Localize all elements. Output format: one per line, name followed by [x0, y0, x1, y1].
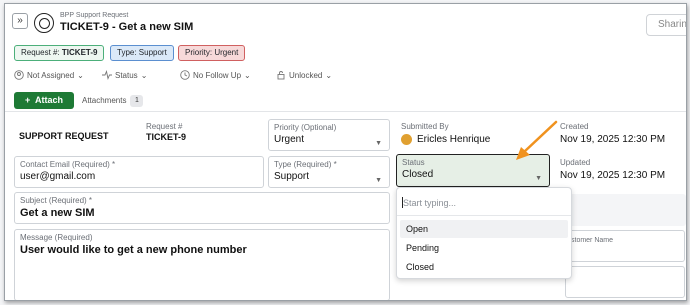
chevron-down-icon: ⌄: [244, 70, 251, 80]
activity-icon: [102, 70, 112, 80]
tag-value: TICKET-9: [61, 48, 98, 57]
customer-name-field[interactable]: stomer Name: [565, 230, 685, 262]
priority-tag: Priority: Urgent: [178, 45, 246, 61]
double-chevron-right-icon: »: [17, 15, 23, 26]
extra-field[interactable]: [565, 266, 685, 298]
updated-display: Updated Nov 19, 2025 12:30 PM: [560, 158, 665, 181]
follow-up-label: No Follow Up: [193, 70, 242, 80]
type-tag: Type: Support: [110, 45, 174, 61]
attachments-tab[interactable]: Attachments 1: [82, 92, 144, 109]
submitted-by-value: Ericles Henrique: [417, 134, 491, 146]
unlock-icon: [277, 71, 285, 80]
status-option-open[interactable]: Open: [400, 220, 568, 238]
chevron-down-icon: ⌄: [140, 70, 148, 80]
status-dropdown: Start typing... Open Pending Closed: [396, 187, 572, 279]
attach-label: Attach: [34, 95, 63, 105]
follow-up-filter[interactable]: No Follow Up ⌄: [180, 70, 251, 80]
chevron-down-icon: ⌄: [325, 70, 333, 80]
status-filter[interactable]: Status ⌄: [102, 70, 147, 80]
status-search-input[interactable]: Start typing...: [401, 197, 456, 208]
lock-label: Unlocked: [289, 70, 323, 80]
ticket-header: » BPP Support Request TICKET-9 - Get a n…: [5, 4, 686, 40]
tag-label: Request #:: [21, 48, 62, 57]
contact-email-value: user@gmail.com: [20, 171, 96, 182]
avatar: [401, 134, 412, 145]
created-label: Created: [560, 122, 589, 131]
section-title: SUPPORT REQUEST: [19, 131, 109, 141]
created-value: Nov 19, 2025 12:30 PM: [560, 134, 666, 145]
attachments-count-badge: 1: [130, 94, 144, 107]
expand-sidebar-button[interactable]: »: [12, 13, 28, 29]
caret-down-icon: ▼: [375, 177, 382, 184]
annotation-arrow-icon: [516, 120, 558, 160]
contact-email-label: Contact Email (Required) *: [20, 160, 116, 169]
request-number-value: TICKET-9: [146, 132, 187, 142]
page-title: TICKET-9 - Get a new SIM: [60, 21, 194, 33]
submitted-by-display: Submitted By Ericles Henrique: [401, 122, 490, 145]
message-label: Message (Required): [20, 233, 93, 242]
tag-label: Type:: [117, 48, 139, 57]
lock-filter[interactable]: Unlocked ⌄: [276, 70, 332, 80]
toolbar-divider: [5, 111, 686, 112]
tag-label: Priority:: [185, 48, 215, 57]
status-option-pending[interactable]: Pending: [400, 239, 568, 257]
caret-down-icon: ▼: [535, 175, 542, 182]
type-label: Type (Required) *: [274, 160, 337, 169]
request-number-display: Request # TICKET-9: [146, 122, 186, 142]
message-field[interactable]: Message (Required) User would like to ge…: [14, 229, 390, 300]
dropdown-divider: [397, 215, 571, 216]
plus-icon: +: [25, 95, 31, 105]
share-button[interactable]: Sharin: [646, 14, 686, 36]
priority-label: Priority (Optional): [274, 123, 337, 132]
support-lifebuoy-icon: [34, 13, 54, 33]
status-filter-label: Status: [115, 70, 138, 80]
subject-label: Subject (Required) *: [20, 196, 93, 205]
submitted-by-label: Submitted By: [401, 122, 449, 131]
customer-name-label: stomer Name: [571, 237, 614, 244]
request-number-tag: Request #: TICKET-9: [14, 45, 105, 61]
caret-down-icon: ▼: [375, 140, 382, 147]
created-display: Created Nov 19, 2025 12:30 PM: [560, 122, 665, 145]
contact-email-field[interactable]: Contact Email (Required) * user@gmail.co…: [14, 156, 264, 188]
subject-value: Get a new SIM: [20, 207, 95, 219]
tag-value: Urgent: [214, 48, 239, 57]
status-value: Closed: [402, 169, 434, 180]
type-value: Support: [274, 171, 310, 182]
clock-icon: [180, 70, 190, 80]
updated-label: Updated: [560, 158, 591, 167]
chevron-down-icon: ⌄: [77, 70, 84, 80]
assignee-label: Not Assigned: [27, 70, 75, 80]
priority-value: Urgent: [274, 134, 305, 145]
updated-value: Nov 19, 2025 12:30 PM: [560, 170, 666, 181]
message-value: User would like to get a new phone numbe…: [20, 244, 247, 256]
subject-field[interactable]: Subject (Required) * Get a new SIM: [14, 192, 390, 224]
type-select[interactable]: Type (Required) * Support ▼: [268, 156, 390, 188]
tag-value: Support: [138, 48, 167, 57]
priority-select[interactable]: Priority (Optional) Urgent ▼: [268, 119, 390, 151]
window: » BPP Support Request TICKET-9 - Get a n…: [4, 3, 687, 301]
attach-button[interactable]: + Attach: [14, 92, 74, 109]
assignee-filter[interactable]: Not Assigned ⌄: [14, 70, 84, 80]
request-number-label: Request #: [146, 122, 183, 131]
attachments-label: Attachments: [82, 96, 127, 105]
status-option-closed[interactable]: Closed: [400, 258, 568, 276]
user-icon: [14, 70, 24, 80]
breadcrumb[interactable]: BPP Support Request: [60, 12, 128, 19]
